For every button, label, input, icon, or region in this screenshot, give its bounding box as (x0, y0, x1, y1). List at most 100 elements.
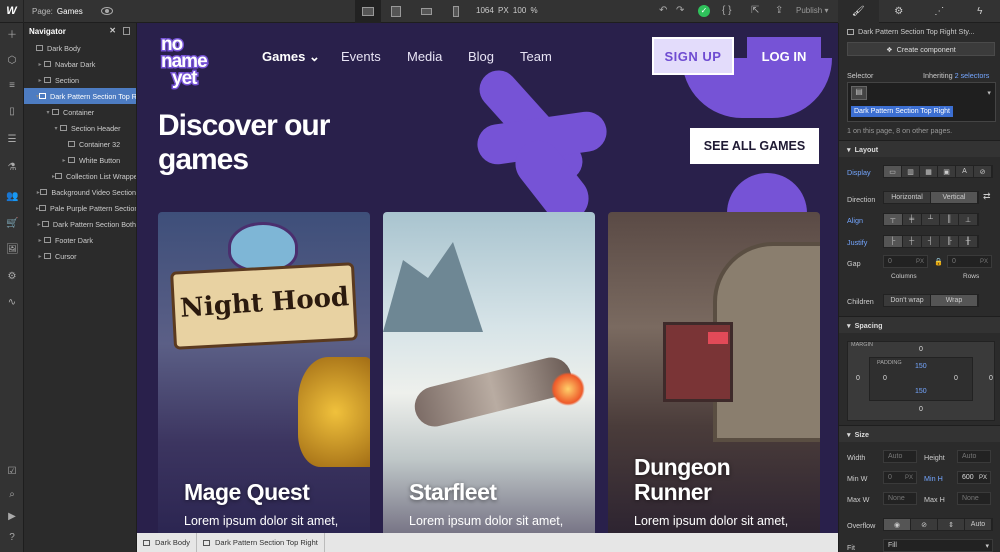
nav-media[interactable]: Media (407, 49, 442, 64)
navigator-item[interactable]: ▸ Collection List Wrapper (24, 168, 136, 184)
nav-games[interactable]: Games ⌄ (262, 49, 320, 65)
min-width-input[interactable]: 0 PX (883, 471, 917, 484)
interactions-icon[interactable]: ⋰ (919, 0, 960, 23)
display-block-icon[interactable]: ▭ (884, 166, 902, 177)
navigator-item[interactable]: ▾Dark Pattern Section Top Right (24, 88, 136, 104)
align-end-icon[interactable]: ┴ (922, 214, 941, 225)
navigator-item[interactable]: Container 32 (24, 136, 136, 152)
display-none-icon[interactable]: ⊘ (974, 166, 992, 177)
sign-up-button[interactable]: SIGN UP (652, 37, 734, 75)
display-flex-icon[interactable]: ▥ (902, 166, 920, 177)
caret-icon[interactable]: ▸ (60, 157, 68, 164)
spacing-section-header[interactable]: ▾ Spacing (839, 316, 1000, 333)
caret-icon[interactable]: ▾ (52, 125, 60, 132)
desktop-breakpoint-icon[interactable] (355, 0, 381, 23)
overflow-auto-option[interactable]: Auto (965, 519, 992, 530)
navigator-item[interactable]: ▸ Navbar Dark (24, 56, 136, 72)
height-input[interactable]: Auto (957, 450, 991, 463)
nav-team[interactable]: Team (520, 49, 552, 64)
overflow-scroll-icon[interactable]: ⇕ (938, 519, 965, 530)
padding-bottom-value[interactable]: 150 (915, 388, 927, 395)
justify-between-icon[interactable]: ╟ (940, 236, 960, 247)
justify-around-icon[interactable]: ╫ (959, 236, 978, 247)
align-center-icon[interactable]: ╪ (903, 214, 922, 225)
style-brush-icon[interactable]: 🖌 (838, 0, 879, 23)
tablet-breakpoint-icon[interactable] (383, 0, 409, 23)
breadcrumb-item[interactable]: Dark Pattern Section Top Right (197, 533, 325, 552)
navigator-item[interactable]: ▸ Section (24, 72, 136, 88)
navigator-item[interactable]: ▾ Section Header (24, 120, 136, 136)
game-card[interactable]: Night Hood Mage Quest Lorem ipsum dolor … (158, 212, 370, 533)
navigator-item[interactable]: ▸ Footer Dark (24, 232, 136, 248)
dock-icon[interactable] (123, 27, 130, 35)
justify-end-icon[interactable]: ┤ (922, 236, 941, 247)
navigator-item[interactable]: ▸ Background Video Section (24, 184, 136, 200)
gap-columns-input[interactable]: 0 PX (883, 255, 928, 268)
padding-left-value[interactable]: 0 (883, 375, 887, 382)
display-inline-icon[interactable]: A (956, 166, 974, 177)
log-in-button[interactable]: LOG IN (747, 37, 821, 75)
navigator-item[interactable]: Dark Body (24, 40, 136, 56)
navigator-icon[interactable]: ≡ (6, 81, 18, 91)
redo-icon[interactable]: ↷ (676, 5, 684, 16)
add-icon[interactable]: ＋ (6, 31, 18, 41)
logic-icon[interactable]: ⚗ (6, 163, 18, 173)
settings-icon[interactable]: ⚙ (6, 272, 18, 282)
users-icon[interactable]: 👥 (6, 192, 18, 202)
overflow-hidden-icon[interactable]: ⊘ (911, 519, 938, 530)
undo-icon[interactable]: ↶ (659, 5, 667, 16)
chevron-down-icon[interactable]: ▾ (987, 88, 991, 97)
display-grid-icon[interactable]: ▦ (920, 166, 938, 177)
max-height-input[interactable]: None (957, 492, 991, 505)
game-card[interactable]: Dungeon Runner Lorem ipsum dolor sit ame… (608, 212, 820, 533)
padding-top-value[interactable]: 150 (915, 363, 927, 370)
breadcrumb-item[interactable]: Dark Body (137, 533, 198, 552)
reverse-icon[interactable]: ⇄ (983, 191, 991, 202)
display-inline-block-icon[interactable]: ▣ (938, 166, 956, 177)
tasks-check-icon[interactable]: ☑ (6, 467, 18, 477)
caret-icon[interactable]: ▸ (36, 61, 44, 68)
create-component-button[interactable]: ❖ Create component (847, 42, 995, 56)
close-icon[interactable]: ✕ (109, 26, 116, 35)
margin-top-value[interactable]: 0 (919, 346, 923, 353)
inheriting-count[interactable]: 2 selectors (955, 71, 990, 80)
search-icon[interactable]: ⌕ (6, 490, 18, 500)
publish-button[interactable]: Publish ▾ (796, 6, 829, 15)
ecommerce-icon[interactable]: 🛒 (6, 219, 18, 229)
webflow-logo[interactable]: W (0, 0, 24, 23)
navigator-item[interactable]: ▾ Container (24, 104, 136, 120)
nav-blog[interactable]: Blog (468, 49, 494, 64)
direction-vertical[interactable]: Vertical (931, 192, 978, 203)
navigator-item[interactable]: ▸ White Button (24, 152, 136, 168)
dont-wrap-option[interactable]: Don't wrap (884, 295, 931, 306)
layout-section-header[interactable]: ▾ Layout (839, 140, 1000, 157)
selector-field[interactable]: ▤ ▾ Dark Pattern Section Top Right (847, 82, 996, 122)
size-section-header[interactable]: ▾ Size (839, 425, 1000, 442)
lightning-icon[interactable]: ϟ (960, 0, 1000, 23)
justify-start-icon[interactable]: ├ (884, 236, 903, 247)
navigator-item[interactable]: ▸ Cursor (24, 248, 136, 264)
gap-rows-input[interactable]: 0 PX (947, 255, 992, 268)
caret-icon[interactable]: ▾ (44, 109, 52, 116)
margin-bottom-value[interactable]: 0 (919, 406, 923, 413)
direction-horizontal[interactable]: Horizontal (884, 192, 931, 203)
audit-icon[interactable]: ∿ (6, 298, 18, 308)
see-all-games-button[interactable]: SEE ALL GAMES (690, 128, 819, 164)
design-canvas[interactable]: no name yet Games ⌄ Events Media Blog Te… (137, 23, 838, 533)
code-icon[interactable]: { } (722, 5, 731, 16)
selector-menu-icon[interactable]: ▤ (851, 86, 867, 100)
components-icon[interactable]: ⬡ (6, 56, 18, 66)
share-icon[interactable]: ⇪ (775, 5, 783, 16)
caret-icon[interactable]: ▸ (36, 237, 44, 244)
preview-eye-icon[interactable] (100, 7, 113, 15)
width-input[interactable]: Auto (883, 450, 917, 463)
wrap-option[interactable]: Wrap (931, 295, 978, 306)
align-start-icon[interactable]: ┬ (884, 214, 903, 225)
navigator-item[interactable]: ▸ Pale Purple Pattern Section (24, 200, 136, 216)
caret-icon[interactable]: ▸ (36, 77, 44, 84)
min-height-input[interactable]: 600 PX (957, 471, 991, 484)
assets-icon[interactable]: 🖼 (6, 245, 19, 255)
justify-center-icon[interactable]: ┼ (903, 236, 922, 247)
help-icon[interactable]: ? (6, 533, 18, 543)
max-width-input[interactable]: None (883, 492, 917, 505)
